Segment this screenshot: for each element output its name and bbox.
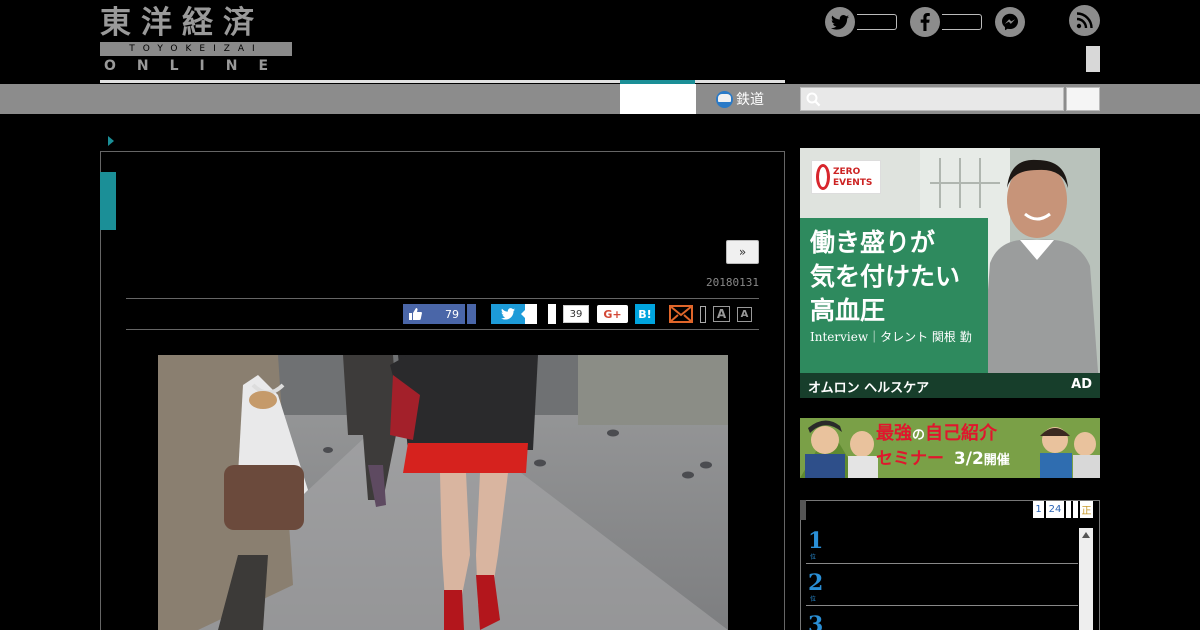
zero-logo-icon	[816, 164, 830, 190]
google-plus-button[interactable]: G+	[597, 305, 628, 323]
twitter-count-bubble	[521, 304, 537, 324]
zero-events-badge: ZERO EVENTS	[811, 160, 881, 194]
ranking-scrollbar[interactable]	[1079, 528, 1093, 630]
ranking-header-bar	[800, 500, 806, 520]
ranking-suffix: 位	[810, 554, 817, 561]
ad-headline-line-2: 気を付けたい	[810, 262, 961, 291]
seminar-date-suffix: 開催	[983, 453, 1010, 468]
rss-icon[interactable]	[1069, 5, 1100, 36]
facebook-share-ext[interactable]	[467, 304, 476, 324]
facebook-like-button[interactable]: 79	[403, 304, 465, 324]
ad-headline-line-1: 働き盛りが	[810, 228, 936, 257]
seminar-jikoshokai: 自己紹介	[925, 423, 998, 444]
twitter-count	[857, 14, 897, 30]
twitter-icon	[501, 308, 515, 320]
nav-tab-active[interactable]	[620, 84, 696, 114]
print-button[interactable]	[700, 306, 706, 323]
header-twitter[interactable]	[825, 6, 897, 38]
search-button[interactable]	[1066, 87, 1100, 111]
ranking-tab-1h[interactable]: 1	[1033, 501, 1044, 518]
share-top-divider	[126, 298, 759, 299]
search-icon	[806, 92, 821, 107]
article-title-accent	[100, 172, 116, 230]
mail-icon[interactable]	[669, 305, 693, 323]
nav-tab-rail-label: 鉄道	[736, 92, 764, 108]
header-messenger[interactable]	[995, 6, 1025, 38]
ad-headline-line-3: 高血圧	[810, 296, 886, 325]
seminar-no: の	[912, 428, 926, 443]
train-icon	[716, 90, 733, 108]
hatena-bookmark-button[interactable]: B!	[635, 304, 655, 324]
article-date: 20180131	[706, 276, 759, 289]
site-logo[interactable]: 東洋経済 TOYOKEIZAI ONLINE	[100, 5, 292, 74]
hatena-count-box	[548, 304, 556, 324]
ad-sponsor: オムロン ヘルスケア	[808, 381, 930, 396]
ranking-number: 2	[808, 570, 824, 596]
hatena-count: 39	[563, 305, 589, 323]
facebook-icon[interactable]	[910, 7, 940, 37]
seminar-strong: 最強	[876, 423, 912, 444]
ranking-suffix: 位	[810, 596, 817, 603]
ad-label: AD	[1071, 377, 1092, 392]
ad-subline: Interview｜タレント 関根 勤	[810, 330, 972, 344]
ranking-item-1[interactable]: 1 位	[806, 528, 1078, 564]
header-facebook[interactable]	[910, 6, 982, 38]
search-input[interactable]	[800, 87, 1064, 111]
seminar-date: 3/2	[953, 449, 984, 469]
twitter-icon[interactable]	[825, 7, 855, 37]
ranking-tab-3[interactable]	[1066, 501, 1071, 518]
ranking-number: 1	[808, 528, 824, 554]
ranking-item-2[interactable]: 2 位	[806, 570, 1078, 606]
ranking-tabs: 1 24 正	[1033, 501, 1093, 518]
ranking-tab-5[interactable]: 正	[1080, 501, 1093, 518]
font-size-large-button[interactable]: A	[713, 306, 730, 322]
messenger-icon[interactable]	[995, 7, 1025, 37]
font-size-small-button[interactable]: A	[737, 307, 752, 322]
ad-omron-banner[interactable]: ZERO EVENTS 働き盛りが 気を付けたい 高血圧 Interview｜タ…	[800, 148, 1100, 398]
next-page-button[interactable]: »	[726, 240, 759, 264]
twitter-share-button[interactable]	[491, 304, 525, 324]
share-bottom-divider	[126, 329, 759, 330]
nav-tab-rail[interactable]: 鉄道	[716, 88, 764, 110]
seminar-headline: 最強の自己紹介	[876, 423, 997, 447]
logo-online: ONLINE	[104, 58, 290, 74]
thumbs-up-icon	[409, 308, 422, 320]
share-toolbar: 79 39 G+ B! A A	[403, 304, 759, 324]
logo-kanji: 東洋経済	[100, 5, 264, 41]
breadcrumb-arrow-icon	[108, 136, 114, 146]
seminar-label: セミナー	[876, 449, 944, 469]
ad-seminar-banner[interactable]: 最強の自己紹介 セミナー 3/2開催	[800, 418, 1100, 478]
ranking-panel	[800, 500, 1100, 630]
ranking-item-3[interactable]: 3	[806, 612, 1078, 630]
article-photo	[158, 355, 728, 630]
ranking-number: 3	[808, 612, 824, 630]
logo-romaji: TOYOKEIZAI	[100, 42, 292, 56]
facebook-count	[942, 14, 982, 30]
like-count: 79	[445, 307, 459, 321]
ad-headline: 働き盛りが 気を付けたい 高血圧	[810, 226, 960, 328]
header-menu-button[interactable]	[1086, 46, 1100, 72]
seminar-subline: セミナー 3/2開催	[876, 448, 1010, 472]
zero-events-text: ZERO EVENTS	[833, 167, 873, 188]
ranking-tab-24h[interactable]: 24	[1046, 501, 1064, 518]
ranking-tab-4[interactable]	[1073, 501, 1078, 518]
